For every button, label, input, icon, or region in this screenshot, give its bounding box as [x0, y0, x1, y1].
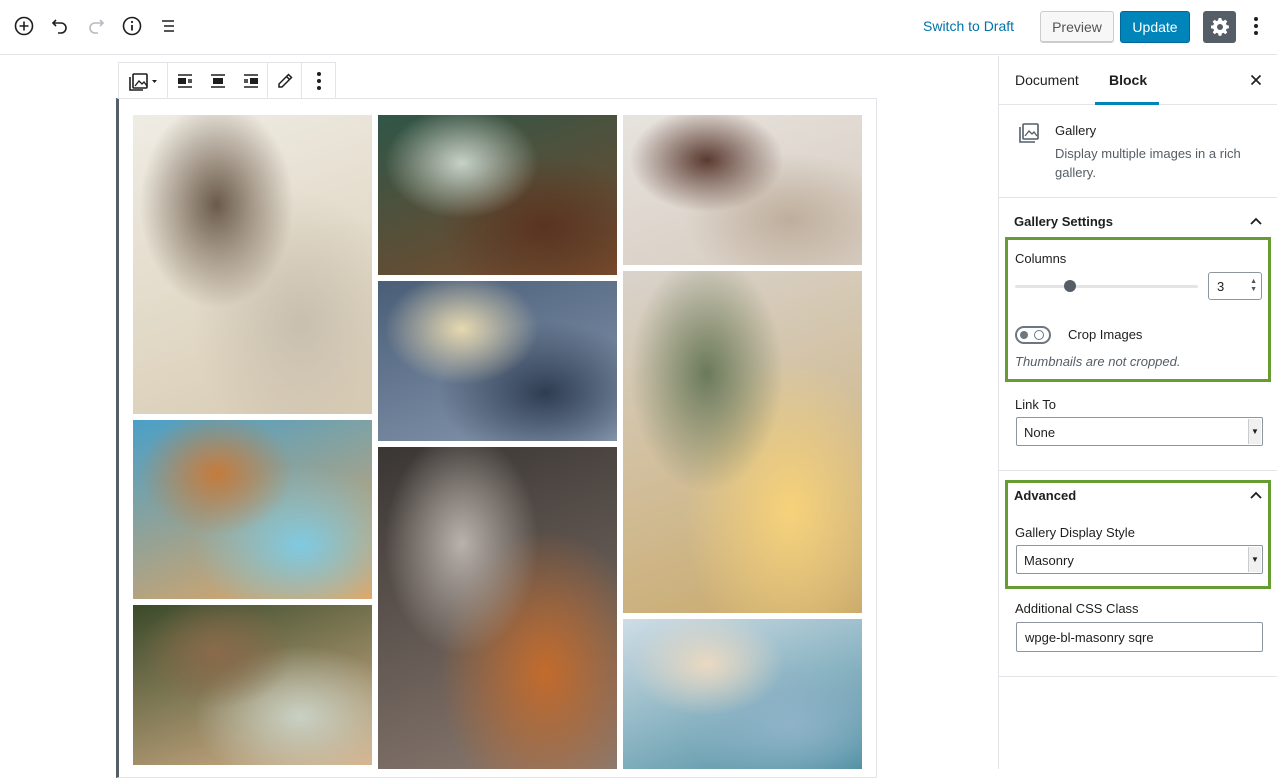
columns-label: Columns — [1015, 251, 1067, 266]
sidebar-tabs: Document Block — [999, 56, 1277, 105]
block-switcher-group — [119, 63, 168, 98]
toggle-knob — [1020, 331, 1028, 339]
undo-icon[interactable] — [48, 14, 72, 38]
display-style-select[interactable]: Masonry ▼ — [1016, 545, 1263, 574]
edit-group — [268, 63, 302, 98]
panel-divider — [999, 676, 1277, 677]
display-style-label: Gallery Display Style — [1015, 525, 1135, 540]
block-card-description: Display multiple images in a rich galler… — [1055, 146, 1241, 180]
crop-images-toggle[interactable] — [1015, 326, 1051, 344]
block-toolbar — [118, 62, 336, 99]
panel-divider — [999, 470, 1277, 471]
align-center-icon[interactable] — [201, 63, 234, 98]
spinner-icon[interactable]: ▲ ▼ — [1250, 278, 1257, 294]
advanced-panel-title[interactable]: Advanced — [1014, 488, 1076, 503]
gallery-image-christmas-ornament[interactable] — [133, 605, 372, 765]
columns-slider-thumb[interactable] — [1063, 280, 1076, 292]
settings-sidebar: Document Block Gallery Display multiple … — [998, 56, 1277, 769]
gallery-image-gift-candle[interactable] — [623, 271, 862, 613]
alignment-group — [168, 63, 268, 98]
link-to-label: Link To — [1015, 397, 1056, 412]
chevron-down-icon: ▼ — [1248, 419, 1261, 444]
display-style-value: Masonry — [1024, 553, 1074, 568]
redo-icon[interactable] — [84, 14, 108, 38]
gallery-image-beach-bicycle[interactable] — [623, 619, 862, 769]
columns-number-input[interactable]: 3 ▲ ▼ — [1208, 272, 1262, 300]
link-to-select[interactable]: None ▼ — [1016, 417, 1263, 446]
align-left-icon[interactable] — [168, 63, 201, 98]
block-card-title: Gallery — [1055, 123, 1097, 138]
editor-header: Switch to Draft Preview Update — [0, 0, 1277, 55]
crop-images-help: Thumbnails are not cropped. — [1015, 354, 1181, 369]
chevron-up-icon[interactable] — [1248, 213, 1264, 229]
more-options-icon[interactable] — [302, 63, 335, 98]
tab-block[interactable]: Block — [1109, 72, 1147, 88]
css-class-input[interactable]: wpge-bl-masonry sqre — [1016, 622, 1263, 652]
gallery-image-city-alley[interactable] — [378, 447, 617, 769]
css-class-label: Additional CSS Class — [1015, 601, 1139, 616]
gallery-image-airplane[interactable] — [378, 281, 617, 441]
chevron-down-icon: ▼ — [1248, 547, 1261, 572]
vertical-ellipsis-icon[interactable] — [1246, 14, 1266, 38]
columns-slider-track[interactable] — [1015, 285, 1198, 288]
link-to-value: None — [1024, 425, 1056, 440]
plus-circle-icon[interactable] — [12, 14, 36, 38]
gear-icon — [1210, 18, 1229, 36]
gallery-settings-panel-title[interactable]: Gallery Settings — [1014, 214, 1113, 229]
preview-button[interactable]: Preview — [1040, 11, 1114, 43]
info-icon[interactable] — [120, 14, 144, 38]
crop-images-label: Crop Images — [1068, 327, 1143, 342]
chevron-up-icon[interactable] — [1248, 487, 1264, 503]
block-card: Gallery Display multiple images in a ric… — [999, 105, 1277, 198]
gallery-image-woman-beach[interactable] — [623, 115, 862, 265]
gallery-image-beach-swimmer[interactable] — [133, 420, 372, 599]
tab-document[interactable]: Document — [1015, 72, 1079, 88]
settings-button[interactable] — [1203, 11, 1236, 43]
gallery-image-cafe-table[interactable] — [378, 115, 617, 275]
edit-icon[interactable] — [268, 63, 301, 98]
more-group — [302, 63, 335, 98]
gallery-icon[interactable] — [119, 63, 167, 98]
gallery-icon — [1018, 122, 1040, 149]
toggle-off-indicator — [1034, 330, 1044, 340]
align-right-icon[interactable] — [234, 63, 267, 98]
list-outline-icon[interactable] — [156, 14, 180, 38]
editor-canvas — [0, 56, 998, 778]
gallery-image-dining-room[interactable] — [133, 115, 372, 414]
switch-to-draft-link[interactable]: Switch to Draft — [923, 18, 1014, 34]
update-button[interactable]: Update — [1120, 11, 1190, 43]
close-icon[interactable] — [1248, 72, 1264, 88]
columns-number-value: 3 — [1217, 279, 1225, 294]
